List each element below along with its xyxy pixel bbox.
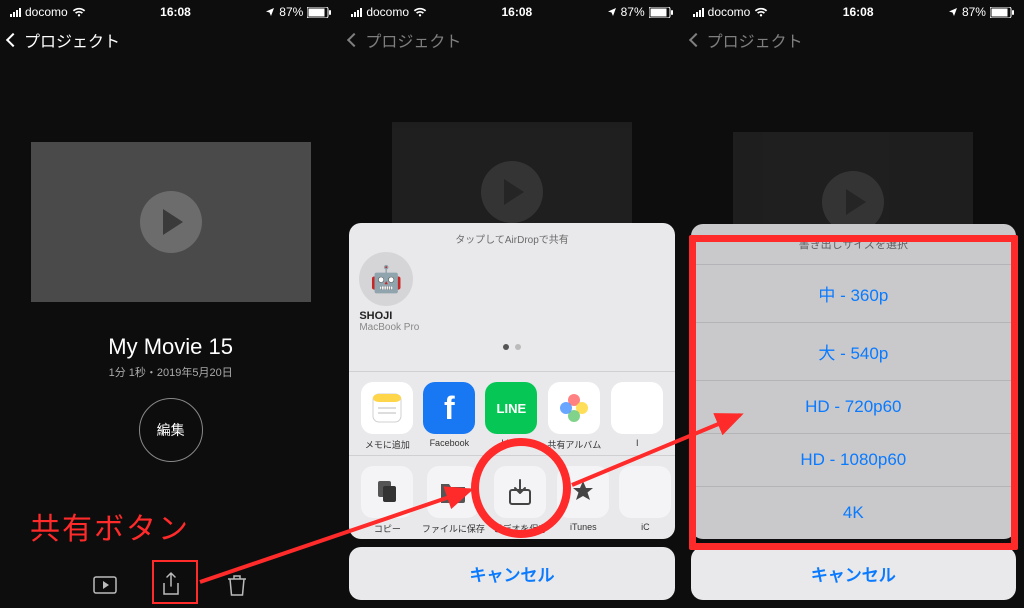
edit-button[interactable]: 編集 [139,398,203,462]
trash-button[interactable] [224,572,250,598]
export-option-360p[interactable]: 中 - 360p [691,265,1016,323]
signal-icon [10,7,21,17]
share-app-line[interactable]: LINE LINE [485,382,537,451]
status-bar: docomo 16:08 87% [341,0,682,22]
more-action-icon [619,466,671,518]
clock: 16:08 [843,5,874,19]
play-icon-dimmed [481,161,543,223]
movie-subtitle: 1分 1秒・2019年5月20日 [0,364,341,380]
chevron-left-icon [689,33,703,47]
share-app-more[interactable]: I [611,382,663,451]
battery-pct: 87% [279,5,303,19]
wifi-icon [72,7,86,17]
export-option-540p[interactable]: 大 - 540p [691,323,1016,381]
nav-back-label: プロジェクト [365,28,461,52]
action-more[interactable]: iC [619,466,671,535]
export-size-sheet: 書き出しサイズを選択 中 - 360p 大 - 540p HD - 720p60… [691,224,1016,600]
location-icon [265,7,275,17]
action-save-to-files[interactable]: ファイルに保存 [423,466,483,535]
status-bar: docomo 16:08 87% [0,0,341,22]
share-app-shared-album[interactable]: 共有アルバム [547,382,601,451]
carrier-label: docomo [25,5,68,19]
nav-back-label: プロジェクト [24,28,120,52]
chevron-left-icon [347,33,361,47]
share-cancel-button[interactable]: キャンセル [349,547,674,600]
play-icon [163,209,183,235]
airdrop-avatar-icon: 🤖 [359,252,413,306]
battery-icon [649,7,673,18]
more-app-icon [611,382,663,434]
phone-screen-project: docomo 16:08 87% プロジェクト [0,0,341,608]
memo-icon [361,382,413,434]
video-thumbnail[interactable] [31,142,311,302]
share-app-row: メモに追加 f Facebook LINE LINE 共有アルバム [349,371,674,455]
carrier-label: docomo [366,5,409,19]
photos-icon [548,382,600,434]
star-icon [557,466,609,518]
airdrop-pager [359,333,664,361]
save-video-icon [494,466,546,518]
line-icon: LINE [485,382,537,434]
action-save-video[interactable]: ビデオを保存 [493,466,547,535]
action-copy[interactable]: コピー [361,466,413,535]
folder-icon [427,466,479,518]
clock: 16:08 [160,5,191,19]
clock: 16:08 [501,5,532,19]
nav-back[interactable]: プロジェクト [341,22,682,62]
nav-back[interactable]: プロジェクト [0,22,341,62]
location-icon [607,7,617,17]
nav-back[interactable]: プロジェクト [683,22,1024,62]
battery-icon [307,7,331,18]
export-cancel-button[interactable]: キャンセル [691,547,1016,600]
annotation-share-highlight [152,560,198,604]
export-option-4k[interactable]: 4K [691,487,1016,539]
share-app-facebook[interactable]: f Facebook [423,382,475,451]
wifi-icon [754,7,768,17]
facebook-icon: f [423,382,475,434]
share-action-row: コピー ファイルに保存 ビデオを保存 [349,455,674,539]
export-size-header: 書き出しサイズを選択 [691,224,1016,265]
airdrop-contact[interactable]: 🤖 SHOJI MacBook Pro [359,252,431,333]
copy-icon [361,466,413,518]
play-button[interactable] [140,191,202,253]
status-bar: docomo 16:08 87% [683,0,1024,22]
play-toolbar-button[interactable] [92,572,118,598]
location-icon [948,7,958,17]
battery-pct: 87% [962,5,986,19]
wifi-icon [413,7,427,17]
battery-icon [990,7,1014,18]
share-app-memo[interactable]: メモに追加 [361,382,413,451]
export-option-720p60[interactable]: HD - 720p60 [691,381,1016,434]
phone-screen-share-sheet: docomo 16:08 87% プロジェクト タップしてAirDropで共有 [341,0,682,608]
signal-icon [351,7,362,17]
export-option-1080p60[interactable]: HD - 1080p60 [691,434,1016,487]
battery-pct: 87% [621,5,645,19]
annotation-share-label: 共有ボタン [30,504,190,548]
action-itunes[interactable]: iTunes [557,466,609,535]
share-sheet: タップしてAirDropで共有 🤖 SHOJI MacBook Pro メモに追… [349,223,674,600]
carrier-label: docomo [708,5,751,19]
nav-back-label: プロジェクト [707,28,803,52]
airdrop-hint: タップしてAirDropで共有 [359,231,664,246]
chevron-left-icon [6,33,20,47]
movie-title: My Movie 15 [0,334,341,360]
signal-icon [693,7,704,17]
phone-screen-export-size: docomo 16:08 87% プロジェクト 書き出しサイズを選択 中 - 3… [683,0,1024,608]
